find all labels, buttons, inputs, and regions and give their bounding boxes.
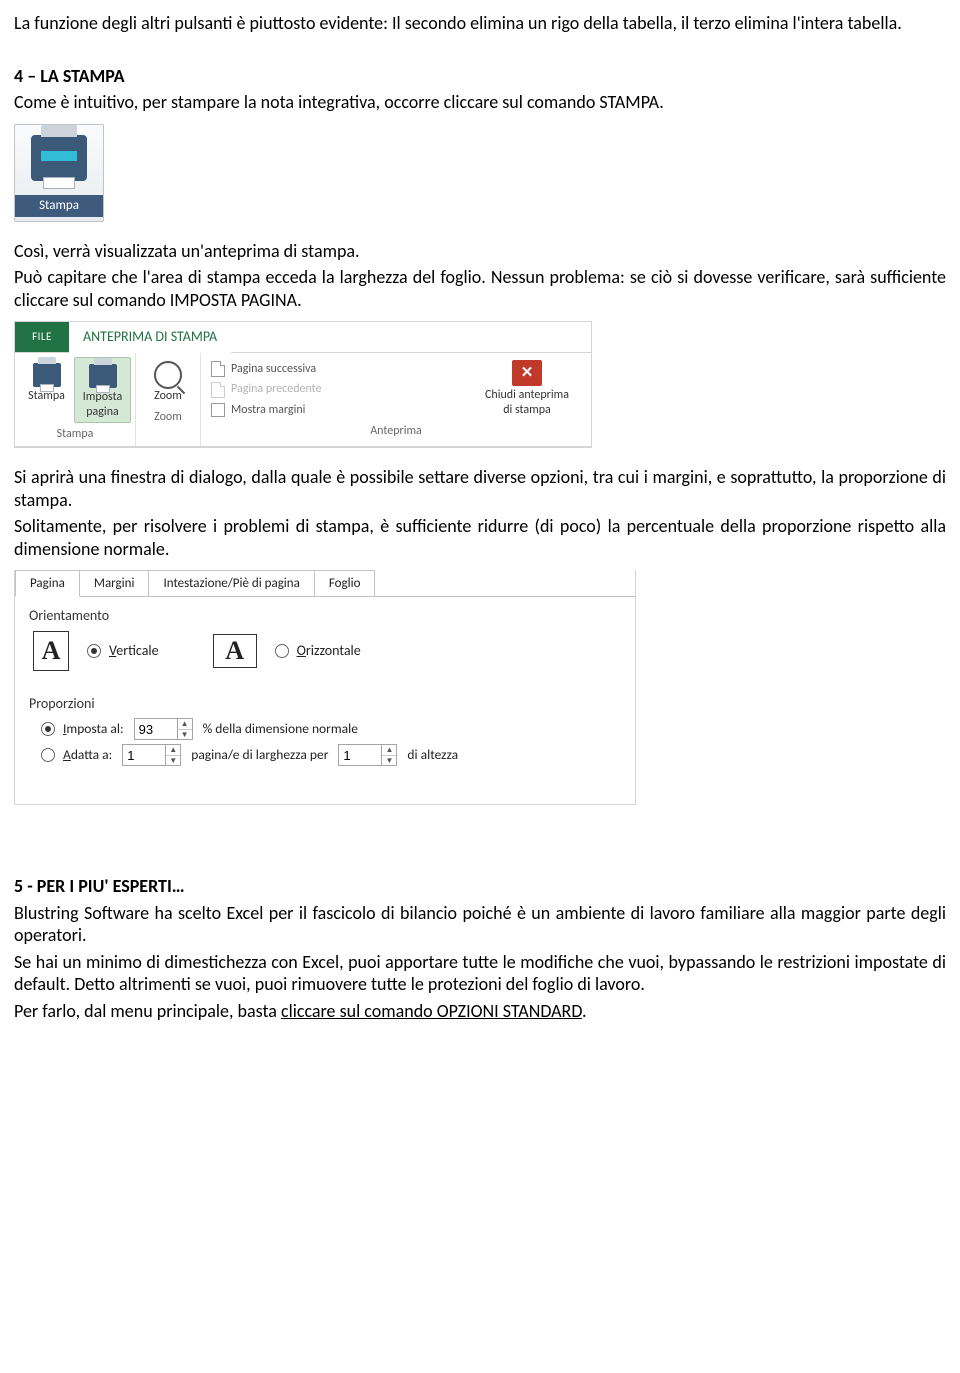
dlg-imposta-spinner[interactable]: ▲▼ [134, 718, 193, 740]
landscape-icon: A [213, 634, 257, 668]
dlg-oriz-rest: rizzontale [306, 642, 361, 659]
chevron-down-icon[interactable]: ▼ [382, 756, 396, 766]
section-5-p2: Se hai un minimo di dimestichezza con Ex… [14, 951, 946, 996]
radio-icon [41, 748, 55, 762]
ribbon-prev-label: Pagina precedente [231, 379, 322, 399]
printer-gear-icon [75, 360, 130, 390]
dlg-oriz-u: O [297, 642, 306, 659]
dlg-orientamento-title: Orientamento [29, 607, 621, 625]
dlg-imposta-value[interactable] [135, 719, 177, 739]
page-next-icon [211, 361, 225, 377]
section-5-p3: Per farlo, dal menu principale, basta cl… [14, 1000, 946, 1023]
dlg-adatta-width-value[interactable] [123, 745, 165, 765]
section-5-p3-b: cliccare sul comando OPZIONI STANDARD [281, 1000, 582, 1022]
section-5-title: 5 - PER I PIU' ESPERTI… [14, 875, 946, 898]
radio-icon [275, 644, 289, 658]
ribbon-zoom-button[interactable]: Zoom [140, 357, 196, 406]
dlg-adatta-height-spinner[interactable]: ▲▼ [338, 744, 397, 766]
dlg-tab-foglio[interactable]: Foglio [314, 570, 376, 597]
dlg-adatta-u: A [63, 746, 71, 763]
dlg-tab-margini[interactable]: Margini [79, 570, 150, 597]
printer-icon [19, 359, 74, 389]
magnifier-icon [140, 359, 196, 389]
section-4-p2: Così, verrà visualizzata un'anteprima di… [14, 240, 946, 263]
printer-icon [31, 135, 87, 181]
ribbon-imposta-label-b: pagina [75, 405, 130, 420]
ribbon-close-label-b: di stampa [467, 403, 587, 418]
dlg-adatta-height-value[interactable] [339, 745, 381, 765]
ribbon-next-page[interactable]: Pagina successiva [211, 359, 453, 379]
section-4-p3: Può capitare che l'area di stampa ecceda… [14, 266, 946, 311]
dlg-imposta-suffix: % della dimensione normale [203, 721, 358, 738]
print-preview-ribbon: FILE ANTEPRIMA DI STAMPA Stampa Imposta … [14, 321, 592, 448]
ribbon-group-stampa: Stampa [15, 425, 135, 446]
ribbon-prev-page: Pagina precedente [211, 379, 453, 399]
section-4-p1: Come è intuitivo, per stampare la nota i… [14, 91, 946, 114]
page-prev-icon [211, 382, 225, 398]
section-4-title: 4 – LA STAMPA [14, 65, 946, 88]
ribbon-stampa-button[interactable]: Stampa [19, 357, 74, 406]
close-icon: ✕ [512, 360, 542, 386]
chevron-up-icon[interactable]: ▲ [166, 745, 180, 756]
dlg-tab-pagina[interactable]: Pagina [15, 570, 80, 597]
dlg-radio-imposta[interactable]: Imposta al: [41, 721, 124, 738]
ribbon-close-preview[interactable]: ✕ Chiudi anteprima di stampa [463, 353, 591, 422]
chevron-down-icon[interactable]: ▼ [178, 730, 192, 740]
intro-paragraph: La funzione degli altri pulsanti è piutt… [14, 12, 946, 35]
dlg-adatta-end: di altezza [407, 747, 458, 764]
ribbon-show-margins[interactable]: Mostra margini [211, 400, 453, 420]
stampa-button[interactable]: Stampa [14, 124, 104, 222]
ribbon-close-label-a: Chiudi anteprima [467, 388, 587, 403]
dlg-vert-rest: erticale [116, 642, 158, 659]
section-5-p3-a: Per farlo, dal menu principale, basta [14, 1000, 281, 1022]
section-4-p5: Solitamente, per risolvere i problemi di… [14, 515, 946, 560]
chevron-up-icon[interactable]: ▲ [178, 719, 192, 730]
checkbox-icon [211, 403, 225, 417]
dlg-radio-adatta[interactable]: Adatta a: [41, 747, 112, 764]
section-4-p4: Si aprirà una finestra di dialogo, dalla… [14, 466, 946, 511]
stampa-button-label: Stampa [15, 195, 103, 217]
chevron-up-icon[interactable]: ▲ [382, 745, 396, 756]
dlg-radio-orizzontale[interactable]: Orizzontale [275, 642, 361, 660]
radio-checked-icon [87, 644, 101, 658]
page-setup-dialog: Pagina Margini Intestazione/Piè di pagin… [14, 570, 636, 805]
ribbon-margins-label: Mostra margini [231, 400, 305, 420]
dlg-adatta-width-spinner[interactable]: ▲▼ [122, 744, 181, 766]
ribbon-imposta-pagina-button[interactable]: Imposta pagina [74, 357, 131, 423]
ribbon-group-zoom: Zoom [136, 408, 200, 429]
dlg-adatta-mid: pagina/e di larghezza per [191, 747, 328, 764]
ribbon-zoom-label: Zoom [140, 389, 196, 404]
tab-anteprima-di-stampa[interactable]: ANTEPRIMA DI STAMPA [69, 322, 231, 353]
dlg-imposta-rest: mposta al: [66, 720, 123, 737]
radio-checked-icon [41, 722, 55, 736]
dlg-adatta-rest: datta a: [71, 746, 112, 763]
tab-file[interactable]: FILE [15, 322, 69, 352]
ribbon-group-anteprima: Anteprima [201, 422, 591, 443]
chevron-down-icon[interactable]: ▼ [166, 756, 180, 766]
section-5-p3-c: . [582, 1000, 587, 1022]
dlg-tab-intestazione[interactable]: Intestazione/Piè di pagina [148, 570, 314, 597]
dlg-proporzioni-title: Proporzioni [29, 695, 621, 713]
section-5-p1: Blustring Software ha scelto Excel per i… [14, 902, 946, 947]
dlg-radio-verticale[interactable]: Verticale [87, 642, 159, 660]
ribbon-next-label: Pagina successiva [231, 359, 316, 379]
portrait-icon: A [33, 631, 69, 671]
